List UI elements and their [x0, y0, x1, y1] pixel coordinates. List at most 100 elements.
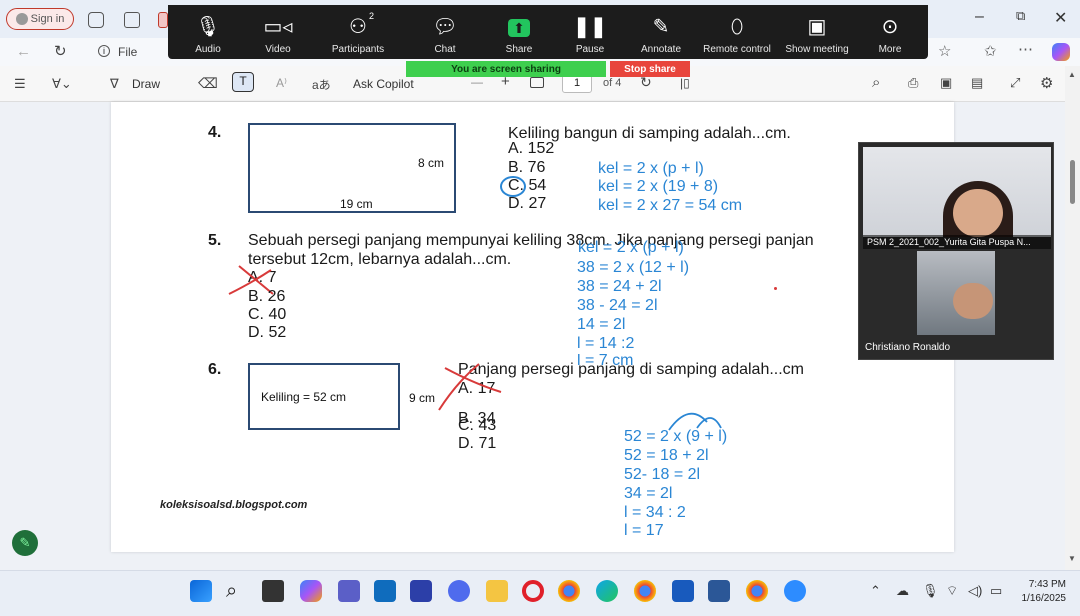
q5-work-line: 38 - 24 = 2l — [577, 297, 658, 314]
menu-icon[interactable]: ⋯ — [1018, 40, 1033, 58]
wifi-icon[interactable]: ⌔ — [946, 583, 958, 599]
opera-icon[interactable] — [522, 580, 544, 602]
microphone-icon: 🎙︎ — [195, 16, 221, 38]
battery-icon[interactable]: ▭ — [990, 583, 1002, 599]
sharing-text: You are screen sharing — [451, 63, 561, 75]
highlight-icon[interactable]: ∀⌄ — [52, 76, 72, 92]
teams-icon[interactable] — [338, 580, 360, 602]
share-icon: ⬆ — [479, 13, 559, 41]
show-hidden-icons-icon[interactable]: ⌃ — [870, 583, 881, 599]
clock-date[interactable]: 1/16/2025 — [1010, 593, 1067, 604]
video-label: Video — [265, 44, 291, 55]
chrome-profile-icon[interactable] — [634, 580, 656, 602]
pause-button[interactable]: ❚❚ Pause — [550, 5, 630, 59]
onedrive-icon[interactable]: ☁ — [896, 583, 909, 599]
participant-name-2: Christiano Ronaldo — [865, 342, 951, 353]
search-icon[interactable]: ⌕ — [872, 74, 880, 91]
q5-question-line2: tersebut 12cm, lebarnya adalah...cm. — [248, 251, 512, 268]
restore-icon[interactable]: ⧉ — [1016, 8, 1025, 24]
video-button[interactable]: ▭◃ Video — [238, 5, 318, 59]
back-icon[interactable]: ← — [16, 43, 31, 60]
participants-button[interactable]: ⚇ 2 Participants — [318, 5, 398, 59]
video-panel: PSM 2_2021_002_Yurita Gita Puspa N... Ch… — [858, 142, 1054, 360]
page-view-icon[interactable]: |▯ — [680, 76, 690, 90]
chat-button[interactable]: 💬︎ Chat — [405, 5, 485, 59]
refresh-icon[interactable]: ↻ — [54, 42, 67, 60]
minimize-icon[interactable]: – — [975, 8, 984, 26]
file-explorer-icon[interactable] — [486, 580, 508, 602]
settings-icon[interactable]: ⚙ — [1040, 74, 1053, 92]
sign-in-label: Sign in — [30, 13, 65, 25]
contents-icon[interactable]: ☰ — [14, 76, 26, 92]
text-box-icon[interactable]: T — [232, 72, 254, 92]
tab-actions-icon[interactable] — [124, 12, 140, 28]
fullscreen-icon[interactable]: ⤢ — [1010, 75, 1020, 91]
pdf-tab-icon[interactable] — [158, 12, 168, 28]
scroll-thumb[interactable] — [1070, 160, 1075, 204]
q5-question-line1: Sebuah persegi panjang mempunyai kelilin… — [248, 232, 814, 249]
pdf-page: 4. 8 cm 19 cm Keliling bangun di samping… — [111, 102, 954, 552]
screen-sharing-banner: You are screen sharing — [406, 61, 606, 77]
photos-icon[interactable] — [708, 580, 730, 602]
favorite-icon[interactable]: ☆ — [938, 42, 951, 60]
read-aloud-icon[interactable]: A⁾ — [276, 76, 287, 90]
more-button[interactable]: ⊙ More — [850, 5, 930, 59]
annotate-pen-button[interactable]: ✎ — [12, 530, 38, 556]
fit-page-icon[interactable] — [530, 77, 544, 88]
eraser-icon[interactable]: ⌫ — [198, 75, 218, 92]
settings-app-icon[interactable] — [448, 580, 470, 602]
q4-option-a: A. 152 — [508, 140, 555, 157]
chrome-profile-2-icon[interactable] — [746, 580, 768, 602]
copilot-icon[interactable] — [1052, 43, 1070, 61]
remote-control-button[interactable]: ⬯ Remote control — [697, 5, 777, 59]
stop-share-button[interactable]: Stop share — [610, 61, 690, 77]
workspaces-icon[interactable] — [88, 12, 104, 28]
task-view-icon[interactable] — [262, 580, 284, 602]
zoom-app-icon[interactable] — [784, 580, 806, 602]
q6-work-line: l = 34 : 2 — [624, 504, 686, 521]
q4-height-label: 8 cm — [418, 156, 445, 170]
close-window-icon[interactable]: ✕ — [1054, 8, 1067, 28]
outlook-icon[interactable] — [374, 580, 396, 602]
windows-start-icon[interactable] — [190, 580, 212, 602]
clock-time[interactable]: 7:43 PM — [1016, 579, 1066, 590]
share-button[interactable]: ⬆ Share — [479, 5, 559, 59]
pen-icon: ✎ — [652, 16, 670, 38]
save-icon[interactable]: ▣ — [940, 75, 952, 91]
show-meeting-button[interactable]: ▣ Show meeting — [777, 5, 857, 59]
copilot-icon[interactable] — [300, 580, 322, 602]
participant-face — [953, 283, 993, 319]
save-as-icon[interactable]: ▤ — [971, 75, 983, 91]
print-icon[interactable]: ⎙ — [908, 75, 918, 91]
ask-copilot-label[interactable]: Ask Copilot — [353, 77, 414, 91]
edge-icon[interactable] — [596, 580, 618, 602]
volume-icon[interactable]: ◁) — [968, 583, 982, 599]
q4-option-b: B. 76 — [508, 159, 546, 176]
annotate-button[interactable]: ✎ Annotate — [621, 5, 701, 59]
draw-icon[interactable]: ∇ — [110, 76, 119, 92]
zoom-out-icon[interactable]: — — [471, 75, 483, 89]
stop-share-label: Stop share — [624, 63, 676, 75]
favorites-icon[interactable]: ✩ — [984, 42, 997, 60]
participants-label: Participants — [331, 44, 385, 55]
translate-icon[interactable]: aあ — [312, 76, 331, 93]
info-icon[interactable]: i — [98, 45, 110, 57]
microphone-tray-icon[interactable]: 🎙︎ — [922, 583, 939, 599]
search-icon[interactable]: ⌕ — [226, 580, 248, 602]
audio-button[interactable]: 🎙︎ Audio — [168, 5, 248, 59]
pause-label: Pause — [575, 44, 605, 55]
q6-work-line: 52 = 18 + 2l — [624, 447, 709, 464]
scroll-down-icon[interactable]: ▼ — [1068, 554, 1076, 563]
draw-label[interactable]: Draw — [132, 77, 160, 91]
sign-in-button[interactable]: Sign in — [6, 8, 74, 30]
people-icon: ⚇ — [349, 16, 367, 38]
q6-question: Panjang persegi panjang di samping adala… — [458, 361, 805, 378]
show-meeting-label: Show meeting — [785, 44, 849, 55]
whiteboard-icon[interactable] — [410, 580, 432, 602]
profile-icon — [15, 13, 28, 25]
participant-video-2 — [917, 251, 995, 335]
word-icon[interactable] — [672, 580, 694, 602]
chrome-icon[interactable] — [558, 580, 580, 602]
scroll-up-icon[interactable]: ▲ — [1068, 70, 1076, 79]
vertical-scrollbar[interactable]: ▲ ▼ — [1065, 66, 1080, 570]
